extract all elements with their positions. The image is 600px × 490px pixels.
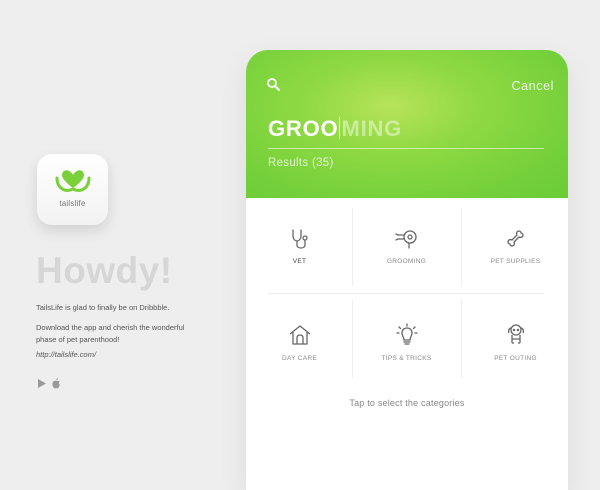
search-suggestion-text: MING: [341, 116, 403, 141]
heart-logo-icon: [55, 170, 90, 192]
apple-icon[interactable]: [52, 378, 61, 389]
app-icon[interactable]: tailslife: [37, 154, 108, 225]
category-label: GROOMING: [386, 258, 427, 265]
category-vet[interactable]: VET: [250, 198, 349, 293]
bone-icon: [506, 230, 524, 247]
category-pet-supplies[interactable]: PET SUPPLIES: [466, 198, 565, 293]
intro-heading: Howdy!: [36, 250, 173, 291]
category-day-care[interactable]: DAY CARE: [250, 293, 349, 388]
store-icons: [38, 378, 61, 389]
category-label: PET OUTING: [494, 355, 537, 362]
category-label: VET: [292, 258, 307, 265]
hair-dryer-icon: [394, 230, 417, 249]
category-grooming[interactable]: GROOMING: [357, 198, 456, 293]
app-brand-name: tailslife: [59, 199, 86, 208]
search-panel: Cancel GROO MING Results (35) VET GROOMI…: [246, 50, 568, 490]
category-label: TIPS & TRICKS: [381, 355, 432, 362]
dog-icon: [507, 324, 524, 344]
hint-text: Tap to select the categories: [349, 398, 465, 408]
dog-house-icon: [289, 325, 310, 345]
search-icon[interactable]: [267, 78, 280, 91]
category-tips-tricks[interactable]: TIPS & TRICKS: [357, 293, 456, 388]
category-grid: VET GROOMING PET SUPPLIES DAY CARE TIPS …: [268, 198, 568, 388]
category-pet-outing[interactable]: PET OUTING: [466, 293, 565, 388]
category-label: DAY CARE: [281, 355, 318, 362]
cancel-button[interactable]: Cancel: [511, 79, 554, 93]
website-link[interactable]: http://tailslife.com/: [36, 350, 96, 359]
category-label: PET SUPPLIES: [490, 258, 541, 265]
search-underline: [268, 148, 544, 149]
lightbulb-icon: [395, 323, 418, 345]
search-typed-text: GROO: [268, 116, 339, 141]
play-store-icon[interactable]: [38, 379, 46, 388]
search-input[interactable]: GROO MING: [268, 116, 402, 142]
results-count: Results (35): [268, 157, 334, 169]
intro-line-1: TailsLife is glad to finally be on Dribb…: [36, 303, 170, 312]
stethoscope-icon: [291, 229, 308, 249]
intro-line-2: Download the app and cherish the wonderf…: [36, 323, 185, 344]
search-header: Cancel GROO MING Results (35): [246, 50, 568, 198]
